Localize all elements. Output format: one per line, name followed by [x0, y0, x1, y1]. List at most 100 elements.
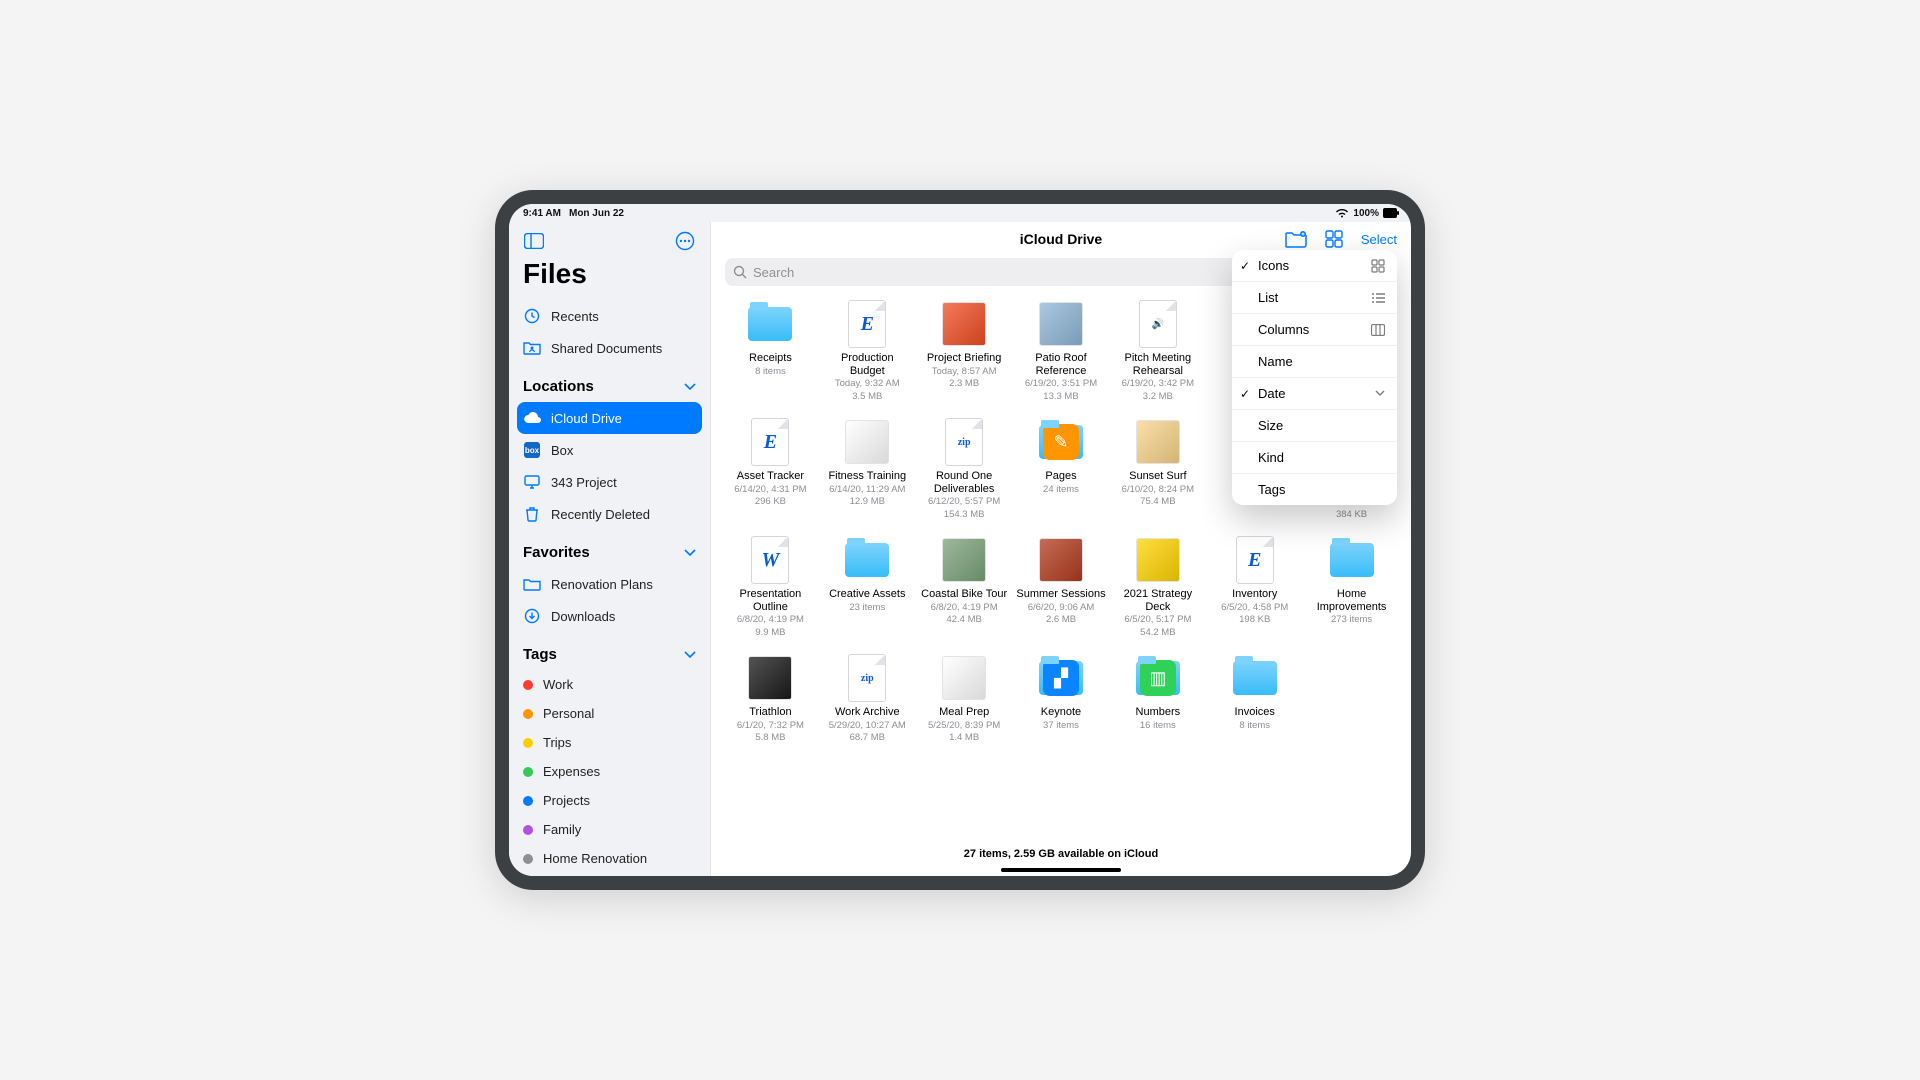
- file-item[interactable]: ▞ Keynote 37 items: [1016, 654, 1107, 743]
- sidebar-item-label: 343 Project: [551, 475, 617, 490]
- grid-icon: [1371, 259, 1385, 273]
- wifi-icon: [1335, 208, 1349, 218]
- folder-icon: [748, 307, 792, 341]
- sidebar-title: Files: [509, 256, 710, 300]
- file-item[interactable]: Summer Sessions 6/6/20, 9:06 AM 2.6 MB: [1016, 536, 1107, 638]
- popover-sort-size[interactable]: Size: [1232, 410, 1397, 442]
- status-time: 9:41 AM: [523, 208, 561, 219]
- file-item[interactable]: Coastal Bike Tour 6/8/20, 4:19 PM 42.4 M…: [919, 536, 1010, 638]
- sidebar-quick-1[interactable]: Shared Documents: [509, 332, 710, 364]
- file-item[interactable]: zip Round One Deliverables 6/12/20, 5:57…: [919, 418, 1010, 520]
- image-thumb: [942, 656, 986, 700]
- clock-icon: [523, 307, 541, 325]
- sidebar-item-tags-0[interactable]: Work: [509, 670, 710, 699]
- file-item[interactable]: Home Improvements 273 items: [1306, 536, 1397, 638]
- file-meta: 6/8/20, 4:19 PM: [737, 614, 804, 625]
- sidebar-item-label: Personal: [543, 706, 594, 721]
- file-item[interactable]: Triathlon 6/1/20, 7:32 PM 5.8 MB: [725, 654, 816, 743]
- file-meta: 13.3 MB: [1043, 391, 1078, 402]
- sidebar-item-favorites-1[interactable]: Downloads: [509, 600, 710, 632]
- sidebar-item-tags-6[interactable]: Home Renovation: [509, 844, 710, 873]
- file-meta: 6/1/20, 7:32 PM: [737, 720, 804, 731]
- view-mode-icon[interactable]: [1323, 228, 1345, 250]
- sidebar-section-head[interactable]: Locations: [509, 364, 710, 402]
- sidebar-item-tags-1[interactable]: Personal: [509, 699, 710, 728]
- popover-item-label: Kind: [1258, 450, 1284, 465]
- image-thumb: [942, 538, 986, 582]
- more-icon[interactable]: [674, 230, 696, 252]
- file-item[interactable]: Patio Roof Reference 6/19/20, 3:51 PM 13…: [1016, 300, 1107, 402]
- file-meta: 68.7 MB: [850, 732, 885, 743]
- file-item[interactable]: 2021 Strategy Deck 6/5/20, 5:17 PM 54.2 …: [1112, 536, 1203, 638]
- status-bar: 9:41 AM Mon Jun 22 100%: [509, 204, 1411, 222]
- sidebar-item-tags-5[interactable]: Family: [509, 815, 710, 844]
- image-thumb: [1136, 420, 1180, 464]
- sidebar-quick-0[interactable]: Recents: [509, 300, 710, 332]
- file-item[interactable]: Fitness Training 6/14/20, 11:29 AM 12.9 …: [822, 418, 913, 520]
- chevron-down-icon: [684, 651, 696, 659]
- file-item[interactable]: E Inventory 6/5/20, 4:58 PM 198 KB: [1209, 536, 1300, 638]
- tag-dot-icon: [523, 825, 533, 835]
- file-item[interactable]: Sunset Surf 6/10/20, 8:24 PM 75.4 MB: [1112, 418, 1203, 520]
- sidebar-item-locations-2[interactable]: 343 Project: [509, 466, 710, 498]
- file-meta: 6/8/20, 4:19 PM: [931, 602, 998, 613]
- document-icon: zip: [945, 418, 983, 466]
- file-item[interactable]: W Presentation Outline 6/8/20, 4:19 PM 9…: [725, 536, 816, 638]
- file-meta: 2.3 MB: [949, 378, 979, 389]
- file-meta: 5/25/20, 8:39 PM: [928, 720, 1000, 731]
- file-item[interactable]: Creative Assets 23 items: [822, 536, 913, 638]
- popover-sort-date[interactable]: ✓ Date: [1232, 378, 1397, 410]
- popover-view-list[interactable]: List: [1232, 282, 1397, 314]
- new-folder-icon[interactable]: [1285, 228, 1307, 250]
- section-title: Locations: [523, 378, 594, 395]
- sidebar-item-locations-3[interactable]: Recently Deleted: [509, 498, 710, 530]
- popover-sort-name[interactable]: Name: [1232, 346, 1397, 378]
- file-item[interactable]: ▥ Numbers 16 items: [1112, 654, 1203, 743]
- file-item[interactable]: Invoices 8 items: [1209, 654, 1300, 743]
- search-placeholder: Search: [753, 265, 794, 280]
- file-meta: 12.9 MB: [850, 496, 885, 507]
- select-button[interactable]: Select: [1361, 232, 1397, 247]
- sidebar-item-label: Projects: [543, 793, 590, 808]
- file-meta: 296 KB: [755, 496, 786, 507]
- file-name: Meal Prep: [939, 706, 989, 719]
- file-name: Work Archive: [835, 706, 900, 719]
- sidebar-item-tags-4[interactable]: Projects: [509, 786, 710, 815]
- tag-dot-icon: [523, 709, 533, 719]
- popover-view-icons[interactable]: ✓ Icons: [1232, 250, 1397, 282]
- sidebar-section-head[interactable]: Favorites: [509, 530, 710, 568]
- sidebar-item-tags-2[interactable]: Trips: [509, 728, 710, 757]
- file-name: Asset Tracker: [737, 470, 804, 483]
- file-item[interactable]: Project Briefing Today, 8:57 AM 2.3 MB: [919, 300, 1010, 402]
- file-meta: 24 items: [1043, 484, 1079, 495]
- file-meta: 8 items: [1239, 720, 1270, 731]
- file-item[interactable]: 🔊 Pitch Meeting Rehearsal 6/19/20, 3:42 …: [1112, 300, 1203, 402]
- home-indicator: [1001, 868, 1121, 872]
- popover-sort-tags[interactable]: Tags: [1232, 474, 1397, 505]
- tag-dot-icon: [523, 854, 533, 864]
- columns-icon: [1371, 324, 1385, 336]
- popover-sort-kind[interactable]: Kind: [1232, 442, 1397, 474]
- file-meta: 3.5 MB: [852, 391, 882, 402]
- popover-view-columns[interactable]: Columns: [1232, 314, 1397, 345]
- file-item[interactable]: E Asset Tracker 6/14/20, 4:31 PM 296 KB: [725, 418, 816, 520]
- file-meta: Today, 9:32 AM: [835, 378, 900, 389]
- file-meta: 54.2 MB: [1140, 627, 1175, 638]
- file-meta: 384 KB: [1336, 509, 1367, 520]
- sidebar-item-label: Shared Documents: [551, 341, 662, 356]
- sidebar-item-tags-3[interactable]: Expenses: [509, 757, 710, 786]
- file-meta: 6/12/20, 5:57 PM: [928, 496, 1000, 507]
- sidebar-section-head[interactable]: Tags: [509, 632, 710, 670]
- box-icon: box: [523, 441, 541, 459]
- sidebar-item-favorites-0[interactable]: Renovation Plans: [509, 568, 710, 600]
- file-item[interactable]: ✎ Pages 24 items: [1016, 418, 1107, 520]
- sidebar-item-locations-0[interactable]: iCloud Drive: [517, 402, 702, 434]
- sidebar-item-locations-1[interactable]: box Box: [509, 434, 710, 466]
- file-meta: 5.8 MB: [755, 732, 785, 743]
- file-item[interactable]: Meal Prep 5/25/20, 8:39 PM 1.4 MB: [919, 654, 1010, 743]
- file-item[interactable]: Receipts 8 items: [725, 300, 816, 402]
- popover-item-label: List: [1258, 290, 1278, 305]
- sidebar-toggle-icon[interactable]: [523, 230, 545, 252]
- file-item[interactable]: E Production Budget Today, 9:32 AM 3.5 M…: [822, 300, 913, 402]
- file-item[interactable]: zip Work Archive 5/29/20, 10:27 AM 68.7 …: [822, 654, 913, 743]
